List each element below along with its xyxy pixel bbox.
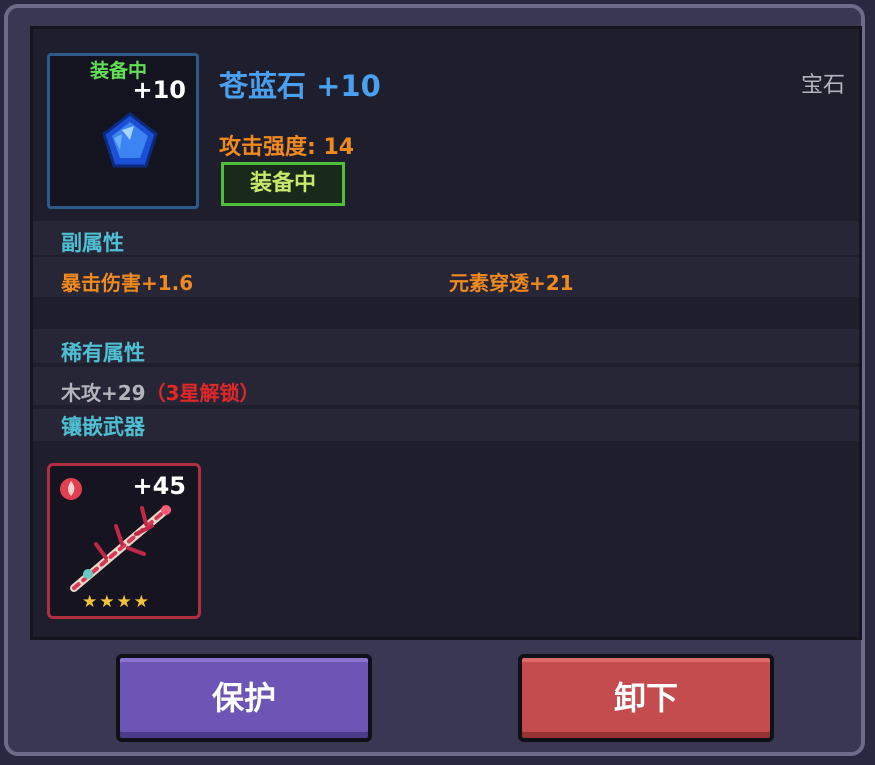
item-detail-panel: 装备中 +10 苍蓝石 +10 宝石 攻击强度: 14 装备中 副属性 暴击伤害… [30,26,862,640]
band [33,221,859,255]
unequip-button[interactable]: 卸下 [518,654,774,742]
inlaid-weapon-slot[interactable]: +45 ★★★★ [47,463,201,619]
band [33,329,859,363]
gem-level: +10 [132,76,186,104]
rare-attribute-value: 木攻+29 [61,381,146,405]
item-type: 宝石 [800,73,845,98]
item-name: 苍蓝石 +10 [219,69,381,103]
rare-attribute: 木攻+29（3星解锁） [61,377,260,406]
sub-attributes-title: 副属性 [61,231,124,255]
inlaid-weapon-title: 镶嵌武器 [61,415,145,439]
sapphire-gem-icon [102,112,158,168]
weapon-stars: ★★★★ [82,592,151,612]
sub-stat-crit-damage: 暴击伤害+1.6 [61,271,194,295]
equipped-badge: 装备中 [221,162,345,206]
protect-button[interactable]: 保护 [116,654,372,742]
rare-attribute-lock-note: （3星解锁） [145,381,260,405]
gem-icon-slot[interactable]: 装备中 +10 [47,53,199,209]
attack-stat: 攻击强度: 14 [219,135,355,160]
band [33,409,859,441]
rare-attributes-title: 稀有属性 [61,341,145,365]
item-detail-window: 装备中 +10 苍蓝石 +10 宝石 攻击强度: 14 装备中 副属性 暴击伤害… [4,4,865,756]
sub-stat-element-pierce: 元素穿透+21 [449,271,574,295]
thorn-staff-weapon-icon [70,505,171,592]
